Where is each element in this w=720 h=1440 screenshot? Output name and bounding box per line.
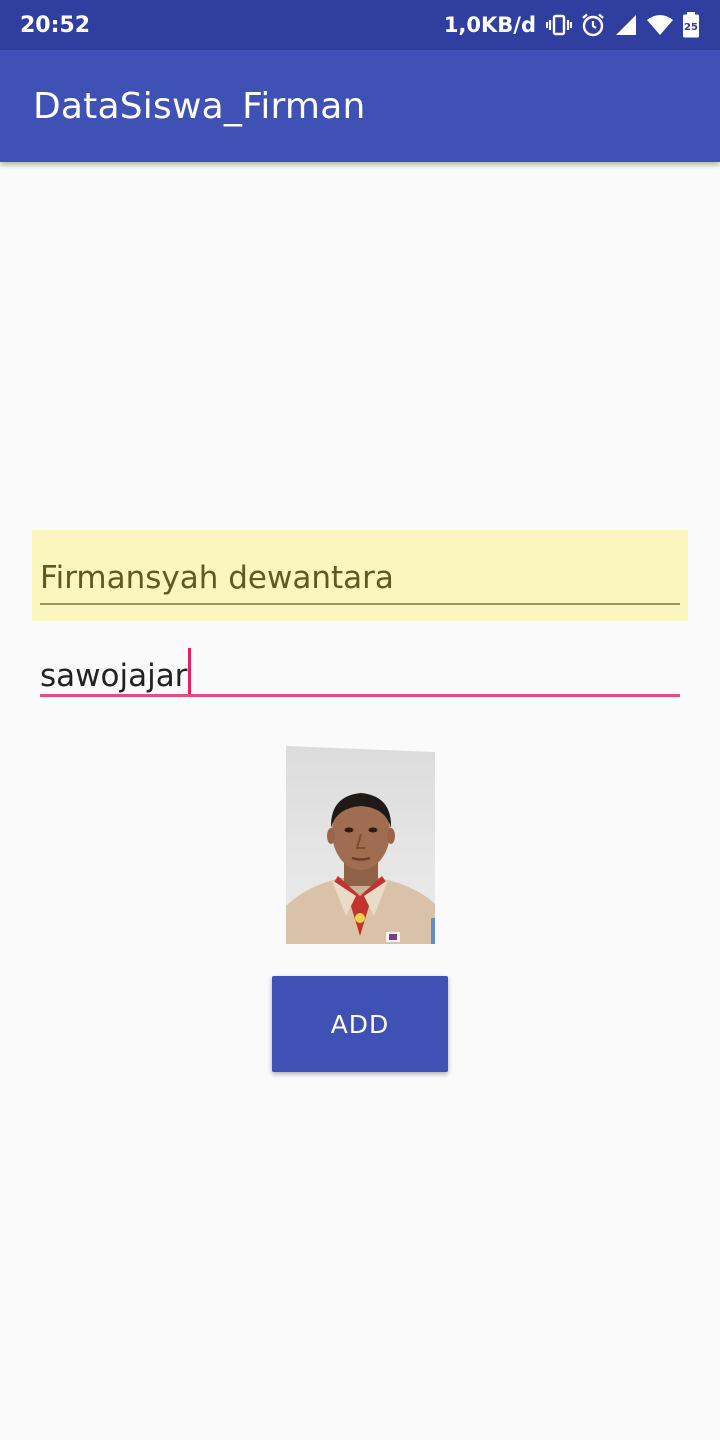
- name-field-underline: [40, 603, 680, 605]
- address-input-value: sawojajar: [40, 648, 192, 696]
- status-bar: 20:52 1,0KB/d 25: [0, 0, 720, 50]
- status-time: 20:52: [20, 12, 91, 38]
- battery-level: 25: [684, 22, 698, 33]
- address-field-underline: [40, 694, 680, 697]
- app-title: DataSiswa_Firman: [33, 85, 366, 127]
- add-button[interactable]: ADD: [272, 976, 448, 1072]
- wifi-icon: [646, 14, 674, 36]
- app-bar: DataSiswa_Firman: [0, 50, 720, 162]
- vibrate-icon: [546, 14, 572, 36]
- address-text: sawojajar: [40, 658, 188, 694]
- student-photo[interactable]: [286, 746, 435, 944]
- name-field[interactable]: Firmansyah dewantara: [32, 530, 688, 621]
- text-cursor: [188, 648, 192, 696]
- network-speed: 1,0KB/d: [443, 13, 536, 37]
- battery-icon: 25: [682, 12, 700, 38]
- name-input-value: Firmansyah dewantara: [40, 560, 394, 596]
- alarm-icon: [580, 12, 606, 38]
- student-photo-image: [286, 746, 435, 944]
- cell-signal-icon: [614, 13, 638, 37]
- status-icons: 1,0KB/d 25: [444, 12, 700, 38]
- address-field[interactable]: sawojajar: [40, 640, 680, 698]
